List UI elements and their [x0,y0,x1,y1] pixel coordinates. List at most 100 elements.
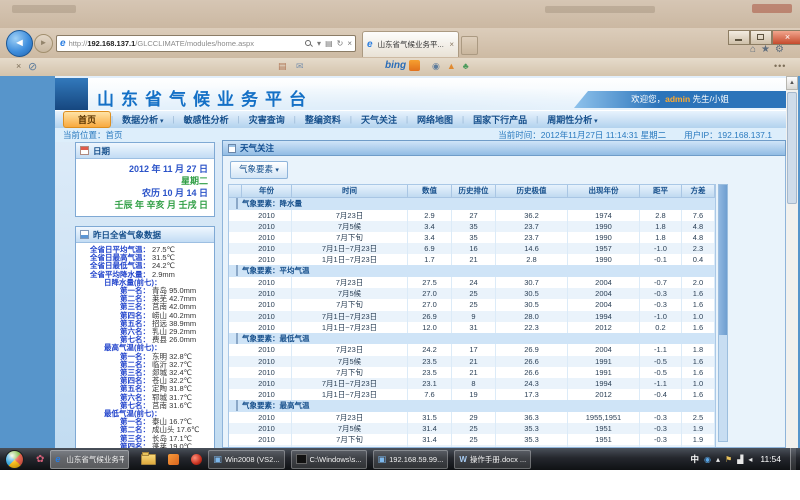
taskbar-window-button-3[interactable]: W操作手册.docx ... [454,450,531,469]
folder-icon[interactable] [141,454,156,465]
table-row[interactable]: 20107月下旬27.02530.52004-0.31.6 [229,299,715,310]
volume-icon[interactable]: ◂ [748,455,752,464]
table-row[interactable]: 20107月5候27.02530.52004-0.31.6 [229,288,715,299]
browser-tab[interactable]: e 山东省气候业务平... × [362,31,459,57]
search-dropdown-icon[interactable]: ▾ [317,39,321,48]
scroll-up-icon[interactable]: ▲ [786,76,798,90]
taskbar-button-label: Win2008 (VS2... [225,455,280,464]
tab-close-icon[interactable]: × [449,40,454,49]
pinned-app-icon[interactable]: ✿ [36,454,44,465]
menu-item-3[interactable]: 灾害查询 [240,112,294,127]
action-center-flag-icon[interactable]: ⚑ [725,455,732,464]
table-row[interactable]: 20107月1日~7月23日26.9928.01994-1.01.0 [229,311,715,322]
menu-item-6[interactable]: 网络地图 [408,112,462,127]
menu-item-5[interactable]: 天气关注 [352,112,406,127]
table-row[interactable]: 20107月5候31.42535.31951-0.31.9 [229,423,715,434]
expand-checkbox[interactable] [236,333,238,344]
table-row[interactable]: 20107月1日~7月23日23.1824.31994-1.11.0 [229,378,715,389]
input-indicator-icon[interactable]: ◉ [704,455,711,464]
back-button[interactable]: ◄ [6,30,33,57]
menu-item-0[interactable]: 首页 [63,111,111,128]
cell: -0.3 [640,288,682,299]
table-group-row-2[interactable]: 气象要素：最低气温 [229,333,715,345]
new-tab-button[interactable] [461,36,478,55]
favorites-star-icon[interactable]: ★ [761,44,770,55]
menu-item-7[interactable]: 国家下行产品 [464,112,536,127]
media-player-icon[interactable] [191,454,202,465]
taskbar-window-button-2[interactable]: ▣192.168.59.99... [373,450,449,469]
maximize-button[interactable] [750,30,772,45]
network-icon[interactable]: ▟ [737,455,743,464]
table-row[interactable]: 20107月1日~7月23日6.91614.61957-1.02.3 [229,243,715,254]
table-row[interactable]: 20107月23日31.52936.31955,1951-0.32.5 [229,412,715,423]
expand-checkbox[interactable] [236,198,238,209]
toolbar-cluster-icon-0[interactable]: ◉ [432,61,440,72]
expand-checkbox[interactable] [236,400,238,411]
cell: 35.3 [496,423,568,434]
minimize-button[interactable] [728,30,750,45]
bing-logo[interactable]: bing [385,60,406,71]
menu-item-4[interactable]: 整编资料 [296,112,350,127]
table-row[interactable]: 20101月1日~7月23日12.03122.320120.21.6 [229,322,715,333]
panel-scrollbar-thumb[interactable] [719,185,727,335]
calendar-icon [80,146,89,155]
table-row[interactable]: 20107月23日2.92736.219742.87.6 [229,210,715,221]
table-row[interactable]: 20107月5候3.43523.719901.84.8 [229,221,715,232]
row-spacer-cell [229,210,242,221]
table-row[interactable]: 20107月下旬23.52126.61991-0.51.6 [229,367,715,378]
page-scrollbar[interactable]: ▲ [786,76,798,448]
table-row[interactable]: 20107月下旬3.43523.719901.84.8 [229,232,715,243]
show-hidden-icons-icon[interactable]: ▴ [716,455,720,464]
stop-icon[interactable]: × [347,39,352,48]
table-row[interactable]: 20107月23日24.21726.92004-1.11.8 [229,344,715,355]
browser-action-icons: ⌂ ★ ⚙ [750,44,784,55]
start-button[interactable] [5,450,24,469]
table-group-row-0[interactable]: 气象要素：降水量 [229,198,715,210]
tray-icons: ◉ ▴ ⚑ ▟ ◂ [704,455,752,464]
taskbar-ie-button[interactable]: e 山东省气候业务平... [50,450,129,469]
cell: 1.9 [682,434,715,445]
panel-body: 气象要素 ▾ 年份时间数值历史排位历史极值出现年份距平方差 气象要素：降水量20… [222,156,786,448]
cell: 7月5候 [292,221,408,232]
table-row[interactable]: 20101月1日~7月23日1.7212.81990-0.10.4 [229,254,715,265]
table-row[interactable]: 20107月23日27.52430.72004-0.72.0 [229,277,715,288]
element-dropdown-button[interactable]: 气象要素 ▾ [230,161,288,179]
table-row[interactable]: 20101月1日~7月23日7.61917.32012-0.41.6 [229,389,715,400]
bing-button-icon[interactable] [409,60,420,71]
show-desktop-button[interactable] [790,448,796,470]
group-title: 气象要素：最高气温 [242,400,715,412]
menu-item-1[interactable]: 数据分析 ▾ [113,112,172,127]
row-spacer-cell [229,232,242,243]
gear-icon[interactable]: ⚙ [775,44,784,55]
refresh-icon[interactable]: ↻ [337,39,344,48]
cell: 9 [452,311,496,322]
table-group-row-3[interactable]: 气象要素：最高气温 [229,400,715,412]
taskbar-window-button-0[interactable]: ▣Win2008 (VS2... [208,450,284,469]
taskbar-window-button-1[interactable]: C:\Windows\s... [291,450,367,469]
header-spacer-cell [229,185,242,198]
card-icon[interactable]: ▤ [278,61,287,72]
cell: 1990 [568,221,640,232]
search-icon[interactable] [305,40,313,48]
app-orange-icon[interactable] [168,454,179,465]
taskbar-clock[interactable]: 11:54 [760,454,781,464]
page-scrollbar-thumb[interactable] [787,92,797,204]
home-icon[interactable]: ⌂ [750,44,756,55]
more-options-dots-icon[interactable]: ••• [774,61,786,71]
toolbar-cluster-icon-1[interactable]: ▲ [447,61,456,72]
close-toolbar-icon[interactable]: × [16,61,21,71]
forward-button[interactable]: ► [34,34,53,53]
mail-icon[interactable]: ✉ [296,61,304,72]
table-row[interactable]: 20107月下旬31.42535.31951-0.31.9 [229,434,715,445]
expand-checkbox[interactable] [236,265,238,276]
table-row[interactable]: 20107月5候23.52126.61991-0.51.6 [229,356,715,367]
table-group-row-1[interactable]: 气象要素：平均气温 [229,265,715,277]
tab-favicon: e [367,39,373,50]
language-indicator[interactable]: 中 [691,453,700,465]
panel-scrollbar[interactable] [718,184,728,442]
menu-item-2[interactable]: 敏感性分析 [175,112,238,127]
close-button[interactable]: × [772,30,800,45]
address-bar[interactable]: e http://192.168.137.1/GLCCLIMATE/module… [56,35,356,52]
menu-item-8[interactable]: 周期性分析 ▾ [538,112,606,127]
toolbar-cluster-icon-2[interactable]: ♣ [463,61,469,72]
